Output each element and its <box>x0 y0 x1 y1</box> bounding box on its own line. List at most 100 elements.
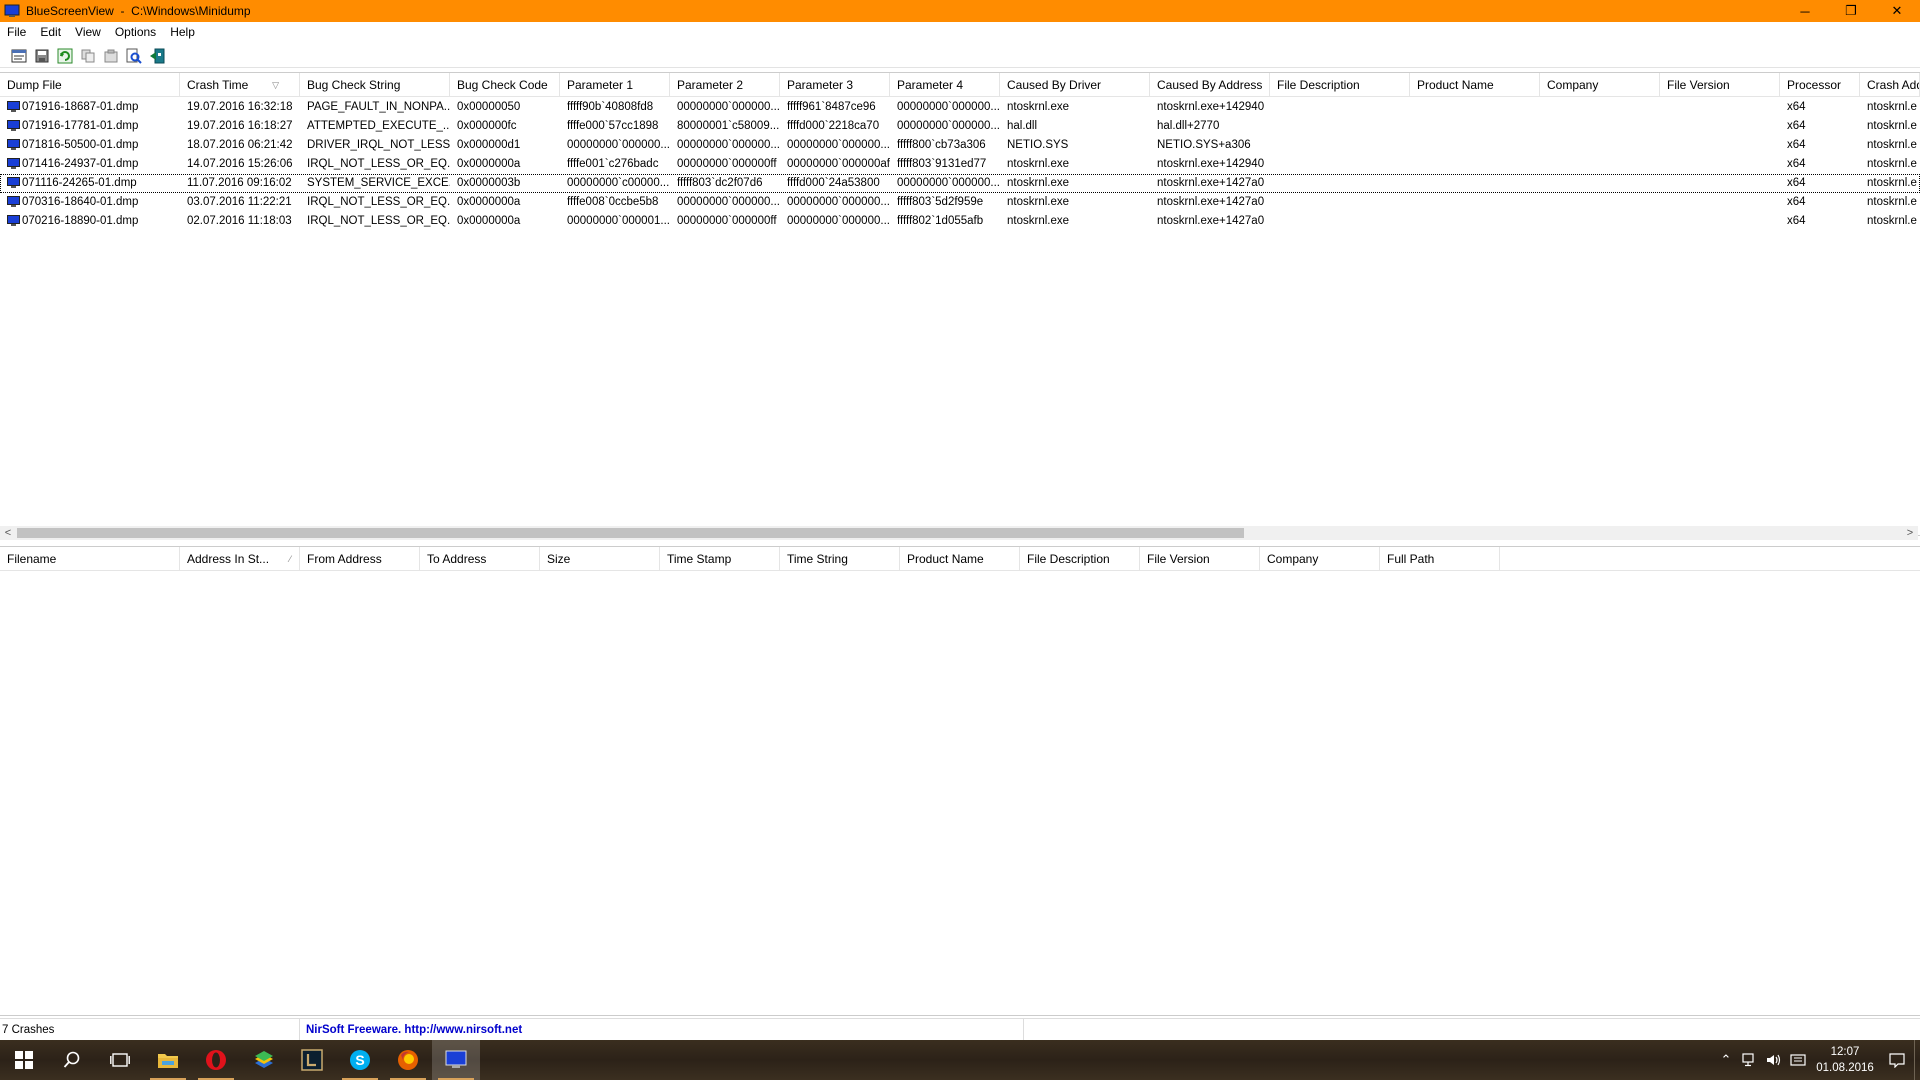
scroll-left-icon[interactable]: < <box>0 526 16 540</box>
column-header-caused-by-driver[interactable]: Caused By Driver <box>1000 73 1150 97</box>
crash-row[interactable]: 071916-17781-01.dmp 19.07.2016 16:18:27 AT… <box>0 117 1920 136</box>
cell-bug-check-code: 0x0000000a <box>457 196 521 208</box>
column-header-file-version-lower[interactable]: File Version <box>1140 547 1260 571</box>
crash-row[interactable]: 071916-18687-01.dmp 19.07.2016 16:32:18 PA… <box>0 98 1920 117</box>
column-header-crash-address[interactable]: Crash Add <box>1860 73 1920 97</box>
volume-icon[interactable] <box>1762 1040 1786 1080</box>
column-header-crash-time[interactable]: Crash Time ▽ <box>180 73 300 97</box>
crash-row[interactable]: 071816-50500-01.dmp 18.07.2016 06:21:42 DR… <box>0 136 1920 155</box>
cell-file-description <box>1270 174 1410 193</box>
column-header-processor[interactable]: Processor <box>1780 73 1860 97</box>
cell-file-version <box>1660 136 1780 155</box>
language-icon[interactable] <box>1786 1040 1810 1080</box>
column-header-bug-check-code[interactable]: Bug Check Code <box>450 73 560 97</box>
cell-file-description <box>1270 136 1410 155</box>
column-header-size[interactable]: Size <box>540 547 660 571</box>
cell-caused-by-address: hal.dll+2770 <box>1157 120 1220 132</box>
options-icon[interactable] <box>102 47 120 65</box>
cell-product-name <box>1410 174 1540 193</box>
file-explorer-icon[interactable] <box>144 1040 192 1080</box>
cell-bug-check-string: IRQL_NOT_LESS_OR_EQ... <box>307 196 450 208</box>
restore-button[interactable]: ❐ <box>1828 0 1874 22</box>
crash-row[interactable]: 071416-24937-01.dmp 14.07.2016 15:26:06 IR… <box>0 155 1920 174</box>
bluestacks-icon[interactable] <box>240 1040 288 1080</box>
column-header-time-string[interactable]: Time String <box>780 547 900 571</box>
menu-edit[interactable]: Edit <box>33 22 68 42</box>
menu-options[interactable]: Options <box>108 22 163 42</box>
cell-dump-file: 071816-50500-01.dmp <box>22 139 139 151</box>
cell-parameter-3: 00000000`000000... <box>787 215 890 227</box>
action-center-icon[interactable] <box>1880 1040 1914 1080</box>
column-header-filename[interactable]: Filename <box>0 547 180 571</box>
crash-list[interactable]: Dump File Crash Time ▽ Bug Check String … <box>0 72 1920 536</box>
cell-parameter-4: 00000000`000000... <box>897 177 1000 189</box>
skype-icon[interactable]: S <box>336 1040 384 1080</box>
crash-row[interactable]: 070216-18890-01.dmp 02.07.2016 11:18:03 IR… <box>0 212 1920 231</box>
crash-row[interactable]: 071116-24265-01.dmp 11.07.2016 09:16:02 SY… <box>0 174 1920 193</box>
column-header-address-in-stack[interactable]: Address In St... ⁄ <box>180 547 300 571</box>
column-header-from-address[interactable]: From Address <box>300 547 420 571</box>
column-header-file-version[interactable]: File Version <box>1660 73 1780 97</box>
driver-list-header: Filename Address In St... ⁄ From Address… <box>0 547 1920 571</box>
driver-list[interactable]: Filename Address In St... ⁄ From Address… <box>0 546 1920 1016</box>
bluescreenview-icon[interactable] <box>432 1040 480 1080</box>
column-header-product-name[interactable]: Product Name <box>1410 73 1540 97</box>
network-icon[interactable] <box>1738 1040 1762 1080</box>
windows-start-icon[interactable] <box>0 1040 48 1080</box>
column-header-dump-file[interactable]: Dump File <box>0 73 180 97</box>
clock[interactable]: 12:07 01.08.2016 <box>1810 1044 1880 1076</box>
find-icon[interactable] <box>125 47 143 65</box>
column-header-file-description-lower[interactable]: File Description <box>1020 547 1140 571</box>
column-header-parameter-2[interactable]: Parameter 2 <box>670 73 780 97</box>
cell-file-description <box>1270 193 1410 212</box>
column-header-company[interactable]: Company <box>1540 73 1660 97</box>
scroll-right-icon[interactable]: > <box>1902 526 1918 540</box>
firefox-icon[interactable] <box>384 1040 432 1080</box>
nirsoft-link[interactable]: NirSoft Freeware. http://www.nirsoft.net <box>300 1018 1024 1041</box>
horizontal-scrollbar[interactable]: < > <box>0 526 1918 540</box>
cell-caused-by-driver: ntoskrnl.exe <box>1007 177 1070 189</box>
clock-date: 01.08.2016 <box>1816 1062 1874 1074</box>
menu-view[interactable]: View <box>68 22 108 42</box>
minimize-button[interactable]: ─ <box>1782 0 1828 22</box>
cell-processor: x64 <box>1787 158 1806 170</box>
cell-crash-address: ntoskrnl.e <box>1867 215 1917 227</box>
column-header-full-path[interactable]: Full Path <box>1380 547 1500 571</box>
column-header-caused-by-address[interactable]: Caused By Address <box>1150 73 1270 97</box>
refresh-icon[interactable] <box>56 47 74 65</box>
column-header-to-address[interactable]: To Address <box>420 547 540 571</box>
column-header-product-name-lower[interactable]: Product Name <box>900 547 1020 571</box>
menu-bar: File Edit View Options Help <box>0 22 1920 42</box>
column-header-company-lower[interactable]: Company <box>1260 547 1380 571</box>
scrollbar-thumb[interactable] <box>17 528 1244 538</box>
properties-icon[interactable] <box>10 47 28 65</box>
cell-bug-check-code: 0x000000fc <box>457 120 517 132</box>
close-button[interactable]: ✕ <box>1874 0 1920 22</box>
task-view-icon[interactable] <box>96 1040 144 1080</box>
search-icon[interactable] <box>48 1040 96 1080</box>
save-icon[interactable] <box>33 47 51 65</box>
column-header-parameter-4[interactable]: Parameter 4 <box>890 73 1000 97</box>
column-header-time-stamp[interactable]: Time Stamp <box>660 547 780 571</box>
show-desktop-button[interactable] <box>1914 1040 1920 1080</box>
cell-bug-check-code: 0x00000050 <box>457 101 521 113</box>
exit-icon[interactable] <box>148 47 166 65</box>
cell-bug-check-code: 0x0000003b <box>457 177 521 189</box>
crash-row[interactable]: 070316-18640-01.dmp 03.07.2016 11:22:21 IR… <box>0 193 1920 212</box>
league-launcher-icon[interactable] <box>288 1040 336 1080</box>
column-header-parameter-1[interactable]: Parameter 1 <box>560 73 670 97</box>
cell-processor: x64 <box>1787 177 1806 189</box>
copy-icon[interactable] <box>79 47 97 65</box>
nirsoft-link-text[interactable]: NirSoft Freeware. http://www.nirsoft.net <box>306 1024 522 1036</box>
column-header-parameter-3[interactable]: Parameter 3 <box>780 73 890 97</box>
cell-product-name <box>1410 117 1540 136</box>
menu-file[interactable]: File <box>0 22 33 42</box>
column-header-file-description[interactable]: File Description <box>1270 73 1410 97</box>
opera-icon[interactable] <box>192 1040 240 1080</box>
cell-dump-file: 071416-24937-01.dmp <box>22 158 139 170</box>
cell-processor: x64 <box>1787 139 1806 151</box>
column-header-bug-check-string[interactable]: Bug Check String <box>300 73 450 97</box>
cell-file-version <box>1660 212 1780 231</box>
menu-help[interactable]: Help <box>163 22 202 42</box>
show-hidden-icons-icon[interactable]: ⌃ <box>1714 1040 1738 1080</box>
